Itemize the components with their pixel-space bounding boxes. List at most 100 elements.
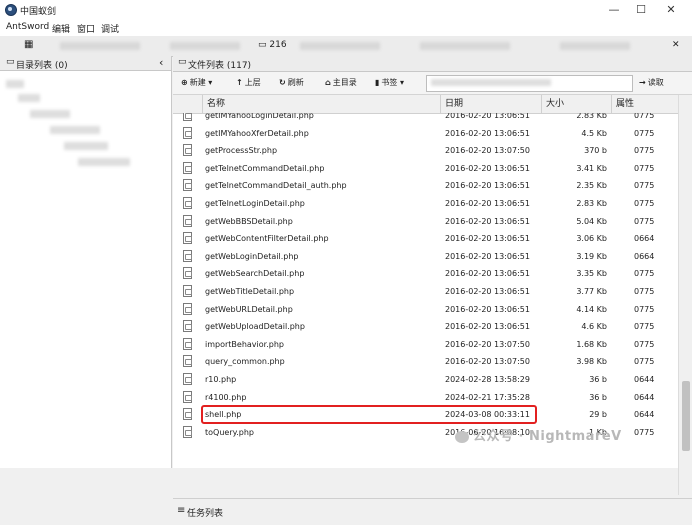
table-row[interactable]: getTelnetCommandDetail.php 2016-02-20 13:… [173,160,678,178]
watermark: 公众号 · NightmareV [455,425,622,444]
file-name: getIMYahooLoginDetail.php [205,113,314,120]
highlight-box [201,405,537,424]
file-size: 4.5 Kb [581,128,607,138]
php-file-icon [183,267,192,280]
task-list-icon[interactable]: ≡ [177,505,185,516]
file-size: 29 b [589,410,607,420]
read-button[interactable]: → 读取 [639,76,664,90]
file-size: 3.41 Kb [576,163,607,173]
up-button[interactable]: ↑ 上层 [236,76,261,90]
table-row[interactable]: getWebSearchDetail.php 2016-02-20 13:06:5… [173,265,678,283]
table-row[interactable]: getWebBBSDetail.php 2016-02-20 13:06:51 5.… [173,213,678,231]
tab-file-manager[interactable]: ▭ 216 [258,40,287,50]
task-list-label[interactable]: 任务列表 [187,506,223,519]
minimize-button[interactable]: — [601,2,627,18]
php-file-icon [183,302,192,315]
arrow-up-icon: ↑ [236,78,243,87]
blurred-tab [420,42,510,50]
ant-logo-icon [5,4,17,16]
file-size: 36 b [589,392,607,402]
file-perm: 0775 [634,304,655,314]
table-row[interactable]: getIMYahooXferDetail.php 2016-02-20 13:06… [173,125,678,143]
file-size: 4.6 Kb [581,322,607,332]
file-date: 2016-02-20 13:07:50 [445,146,530,156]
bookmark-label: 书签 [381,78,398,87]
file-date: 2024-02-28 13:58:29 [445,375,530,384]
file-date: 2016-02-20 13:06:51 [445,113,530,120]
table-row[interactable]: importBehavior.php 2016-02-20 13:07:50 1.6… [173,336,678,354]
scrollbar-thumb[interactable] [682,381,690,451]
new-button[interactable]: ⊕ 新建 ▾ [181,76,212,90]
file-date: 2016-02-20 13:06:51 [445,251,530,261]
home-icon: ⌂ [325,78,331,87]
path-input-value [431,79,551,86]
file-panel-title: 文件列表 (117) [188,61,252,71]
up-label: 上层 [244,78,261,87]
title-bar: 中国蚁剑 — ☐ ✕ [0,0,692,20]
table-row[interactable]: getWebURLDetail.php 2016-02-20 13:06:51 4.… [173,301,678,319]
file-date: 2016-02-20 13:07:50 [445,357,530,367]
php-file-icon [183,425,192,438]
home-button[interactable]: ⌂ 主目录 [325,76,357,90]
tree-node[interactable] [18,94,40,102]
path-input[interactable] [426,75,633,92]
col-perm[interactable]: 属性 [612,95,678,113]
file-name: getWebSearchDetail.php [205,269,305,279]
table-row[interactable]: getWebUploadDetail.php 2016-02-20 13:06:5… [173,318,678,336]
file-size: 3.77 Kb [576,287,607,296]
tree-node[interactable] [50,126,100,134]
col-size[interactable]: 大小 [542,95,612,113]
tree-node[interactable] [64,142,108,150]
file-name: getWebBBSDetail.php [205,216,293,226]
table-row[interactable]: r4100.php 2024-02-21 17:35:28 36 b 0644 [173,389,678,407]
table-row[interactable]: getWebLoginDetail.php 2016-02-20 13:06:51… [173,248,678,266]
maximize-button[interactable]: ☐ [628,2,654,18]
tab-bar: ▦ ▭ 216 ✕ [0,36,692,57]
table-row[interactable]: getTelnetCommandDetail_auth.php 2016-02-2… [173,177,678,195]
refresh-button[interactable]: ↻ 刷新 [279,76,304,90]
table-row[interactable]: getIMYahooLoginDetail.php 2016-02-20 13:0… [173,113,678,125]
collapse-icon[interactable]: ‹ [159,56,163,69]
file-size: 2.83 Kb [576,113,607,120]
php-file-icon [183,197,192,209]
tab-close-icon[interactable]: ✕ [672,40,680,50]
menu-edit[interactable]: 编辑 [52,22,70,35]
table-row[interactable]: r10.php 2024-02-28 13:58:29 36 b 0644 [173,371,678,389]
file-perm: 0775 [634,322,655,332]
table-row[interactable]: getProcessStr.php 2016-02-20 13:07:50 370 … [173,142,678,160]
file-size: 370 b [584,146,607,156]
table-row[interactable]: getWebContentFilterDetail.php 2016-02-20 … [173,230,678,248]
file-perm: 0775 [634,357,655,367]
blurred-tab [560,42,630,50]
table-row[interactable]: getWebTitleDetail.php 2016-02-20 13:06:51… [173,283,678,301]
php-file-icon [183,390,192,403]
menu-window[interactable]: 窗口 [77,22,95,35]
tree-node[interactable] [30,110,70,118]
col-date[interactable]: 日期 [441,95,542,113]
php-file-icon [183,320,192,333]
file-perm: 0664 [634,234,655,244]
col-name[interactable]: 名称 [203,95,441,113]
file-size: 36 b [589,375,607,384]
grid-icon[interactable]: ▦ [24,39,33,50]
table-row[interactable]: getTelnetLoginDetail.php 2016-02-20 13:06… [173,195,678,213]
menu-antsword[interactable]: AntSword [6,22,49,32]
file-date: 2016-02-20 13:06:51 [445,163,530,173]
file-perm: 0775 [634,181,655,191]
menu-debug[interactable]: 调试 [101,22,119,35]
vertical-scrollbar[interactable] [678,95,692,495]
file-perm: 0644 [634,392,655,402]
file-size: 4.14 Kb [576,304,607,314]
tree-node[interactable] [6,80,24,88]
refresh-label: 刷新 [287,78,304,87]
directory-panel-title: 目录列表 (0) [16,61,68,71]
bookmark-button[interactable]: ▮ 书签 ▾ [375,76,404,90]
file-perm: 0775 [634,427,655,437]
php-file-icon [183,126,192,139]
table-row[interactable]: query_common.php 2016-02-20 13:07:50 3.98 … [173,353,678,371]
php-file-icon [183,337,192,350]
file-size: 5.04 Kb [576,216,607,226]
php-file-icon [183,113,192,121]
close-button[interactable]: ✕ [658,2,684,18]
tree-node[interactable] [78,158,130,166]
